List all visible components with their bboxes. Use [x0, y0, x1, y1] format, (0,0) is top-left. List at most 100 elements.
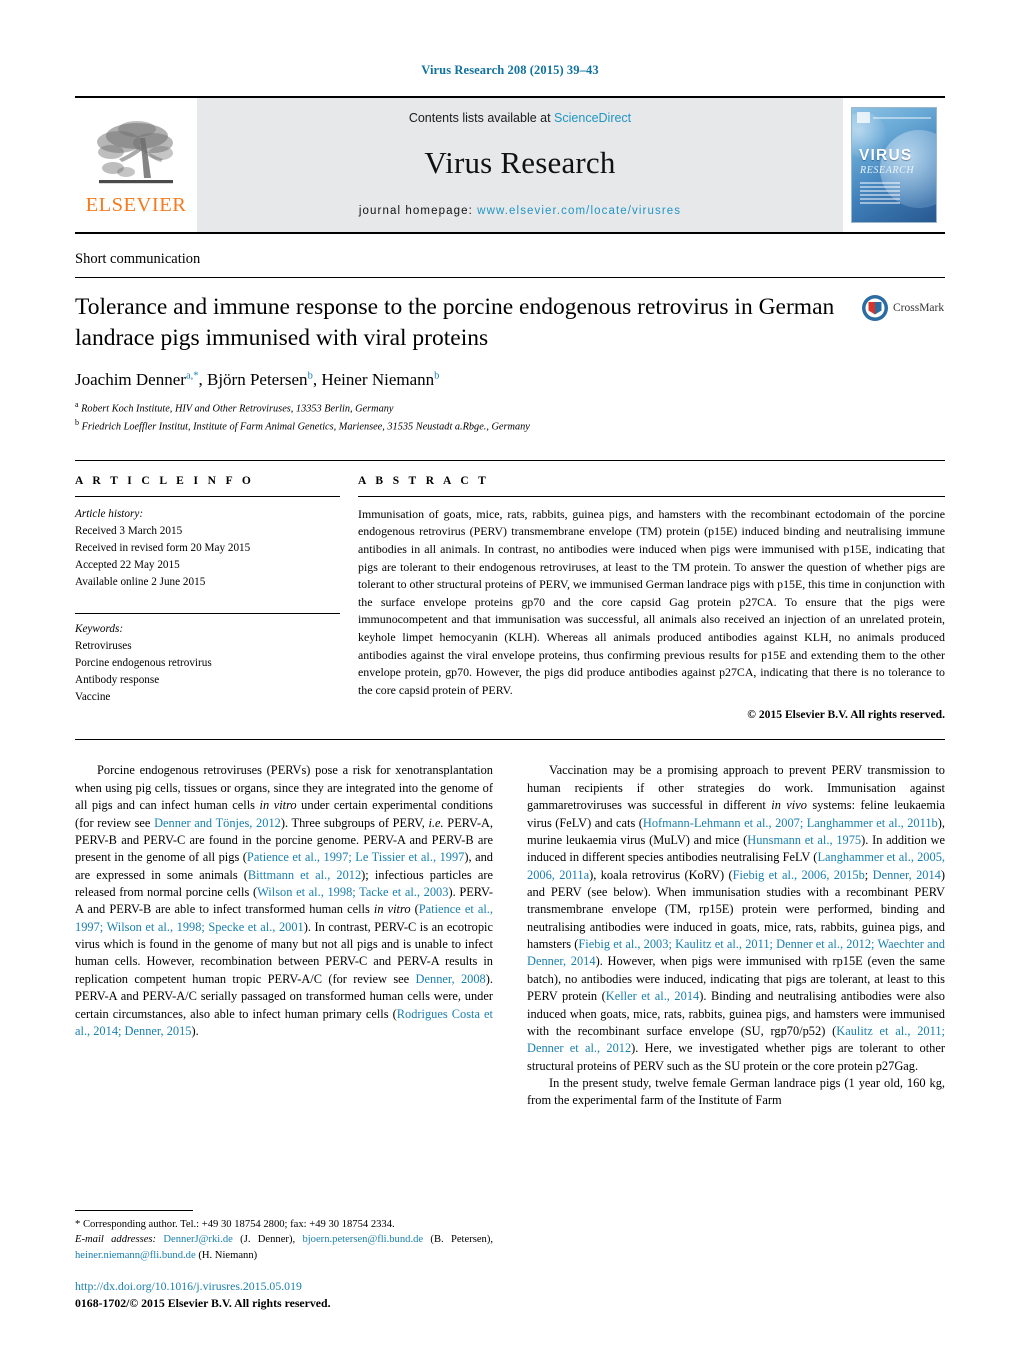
bottom-metadata: http://dx.doi.org/10.1016/j.virusres.201…	[75, 1278, 575, 1313]
title-block: Tolerance and immune response to the por…	[75, 278, 945, 436]
history-item: Received 3 March 2015	[75, 524, 183, 537]
body-paragraph: Porcine endogenous retroviruses (PERVs) …	[75, 763, 494, 1038]
citation-link[interactable]: Keller et al., 2014	[606, 989, 699, 1003]
contents-available-line: Contents lists available at ScienceDirec…	[409, 111, 631, 125]
crossmark-icon	[862, 295, 888, 321]
masthead-center: Contents lists available at ScienceDirec…	[197, 98, 843, 232]
body-column-right: Vaccination may be a promising approach …	[527, 762, 945, 1109]
column-gap	[340, 461, 358, 722]
crossmark-badge[interactable]: CrossMark	[861, 294, 945, 322]
author-name: Björn Petersen	[206, 370, 308, 390]
journal-title: Virus Research	[424, 145, 616, 180]
author-name: Heiner Niemann	[321, 370, 435, 390]
keyword-item: Porcine endogenous retrovirus	[75, 656, 212, 669]
article-type-label: Short communication	[75, 251, 945, 278]
cover-title-text: VIRUS	[859, 147, 913, 164]
author-list: Joachim Dennera,*, Björn Petersenb, Hein…	[75, 370, 440, 390]
citation-link[interactable]: Wilson et al., 1998; Tacke et al., 2003	[257, 885, 448, 899]
homepage-prefix: journal homepage:	[358, 205, 478, 217]
journal-homepage-line: journal homepage: www.elsevier.com/locat…	[359, 205, 681, 217]
contents-prefix: Contents lists available at	[408, 111, 555, 125]
author-affiliation-mark: a,*	[185, 370, 199, 382]
affiliation-text: Friedrich Loeffler Institut, Institute o…	[81, 421, 530, 433]
article-info-heading: A R T I C L E I N F O	[75, 474, 255, 487]
affiliation-list: a Robert Koch Institute, HIV and Other R…	[75, 399, 945, 436]
body-columns: Porcine endogenous retroviruses (PERVs) …	[75, 762, 945, 1109]
article-info-column: A R T I C L E I N F O Article history: R…	[75, 461, 340, 722]
affiliation-item: b Friedrich Loeffler Institut, Institute…	[75, 417, 945, 435]
cover-top-rule	[873, 116, 931, 119]
elsevier-wordmark: ELSEVIER	[85, 194, 187, 217]
homepage-url-link[interactable]: www.elsevier.com/locate/virusres	[477, 205, 681, 217]
author-name: Joachim Denner	[75, 370, 186, 390]
email-owner: (J. Denner)	[240, 1234, 293, 1246]
footnote-block: * Corresponding author. Tel.: +49 30 187…	[75, 1209, 494, 1263]
citation-link[interactable]: Hofmann-Lehmann et al., 2007; Langhammer…	[643, 816, 938, 830]
elsevier-tree-icon	[97, 121, 173, 184]
body-separator-rule	[75, 739, 945, 741]
citation-link[interactable]: Denner, 2008	[416, 972, 486, 986]
crossmark-label: CrossMark	[893, 302, 945, 314]
footnote-rule	[75, 1209, 193, 1211]
corresponding-author-note: * Corresponding author. Tel.: +49 30 187…	[75, 1217, 493, 1232]
abstract-copyright: © 2015 Elsevier B.V. All rights reserved…	[747, 708, 945, 722]
email-owner: (H. Niemann)	[198, 1249, 258, 1261]
page-title: Tolerance and immune response to the por…	[75, 294, 835, 351]
elsevier-logo: ELSEVIER	[75, 98, 197, 232]
citation-link[interactable]: Kaulitz et al., 2011; Denner et al., 201…	[527, 1024, 945, 1055]
keyword-item: Retroviruses	[75, 639, 132, 652]
affiliation-item: a Robert Koch Institute, HIV and Other R…	[75, 399, 945, 417]
history-item: Received in revised form 20 May 2015	[75, 541, 251, 554]
abstract-heading: A B S T R A C T	[358, 474, 490, 487]
citation-link[interactable]: Fiebig et al., 2006, 2015b	[733, 868, 865, 882]
keywords-group: Keywords: Retroviruses Porcine endogenou…	[75, 612, 340, 706]
issn-copyright-line: 0168-1702/© 2015 Elsevier B.V. All right…	[75, 1296, 331, 1311]
email-label: E-mail addresses:	[75, 1234, 157, 1246]
affiliation-mark: b	[75, 418, 79, 428]
article-history-group: Article history: Received 3 March 2015 R…	[75, 506, 340, 591]
keyword-item: Vaccine	[75, 690, 111, 703]
cover-top-bar	[857, 112, 931, 123]
history-item: Available online 2 June 2015	[75, 575, 206, 588]
citation-link[interactable]: Hunsmann et al., 1975	[747, 833, 861, 847]
cover-text-lines	[860, 182, 900, 206]
citation-link[interactable]: Fiebig et al., 2003; Kaulitz et al., 201…	[527, 937, 945, 968]
history-item: Accepted 22 May 2015	[75, 558, 180, 571]
keyword-item: Antibody response	[75, 673, 160, 686]
abstract-rule	[358, 495, 945, 497]
cover-publisher-mark	[857, 112, 870, 123]
cover-image: VIRUS RESEARCH	[851, 107, 937, 223]
author-affiliation-mark: b	[434, 370, 440, 382]
author-affiliation-mark: b	[307, 370, 313, 382]
corresponding-author-text: * Corresponding author. Tel.: +49 30 187…	[75, 1218, 395, 1230]
article-first-page: Virus Research 208 (2015) 39–43 ELSEVIER…	[0, 0, 1020, 1351]
email-link[interactable]: bjoern.petersen@fli.bund.de	[302, 1234, 423, 1245]
abstract-column: A B S T R A C T Immunisation of goats, m…	[358, 461, 945, 722]
email-link[interactable]: heiner.niemann@fli.bund.de	[75, 1250, 196, 1261]
article-info-rule	[75, 495, 340, 497]
affiliation-mark: a	[75, 400, 79, 410]
citation-link[interactable]: Denner and Tönjes, 2012	[154, 816, 281, 830]
abstract-text: Immunisation of goats, mice, rats, rabbi…	[358, 506, 945, 697]
email-addresses-note: E-mail addresses: DennerJ@rki.de (J. Den…	[75, 1234, 494, 1261]
journal-masthead: ELSEVIER Contents lists available at Sci…	[75, 96, 945, 234]
cover-subtitle-text: RESEARCH	[860, 165, 915, 176]
body-paragraph: Vaccination may be a promising approach …	[527, 763, 945, 1073]
body-column-left: Porcine endogenous retroviruses (PERVs) …	[75, 762, 493, 1109]
keywords-rule	[75, 612, 340, 614]
body-paragraph: In the present study, twelve female Germ…	[527, 1075, 945, 1108]
citation-link[interactable]: Patience et al., 1997; Wilson et al., 19…	[75, 902, 493, 933]
article-history-label: Article history:	[75, 507, 144, 520]
citation-link[interactable]: Rodrigues Costa et al., 2014; Denner, 20…	[75, 1007, 493, 1038]
sciencedirect-link[interactable]: ScienceDirect	[554, 111, 631, 125]
citation-link[interactable]: Patience et al., 1997; Le Tissier et al.…	[247, 850, 464, 864]
email-link[interactable]: DennerJ@rki.de	[163, 1234, 232, 1245]
affiliation-text: Robert Koch Institute, HIV and Other Ret…	[81, 403, 394, 415]
citation-link[interactable]: Bittmann et al., 2012	[248, 868, 361, 882]
citation-link[interactable]: Denner, 2014	[873, 868, 941, 882]
running-head: Virus Research 208 (2015) 39–43	[421, 63, 599, 77]
info-abstract-section: A R T I C L E I N F O Article history: R…	[75, 459, 945, 722]
doi-link[interactable]: http://dx.doi.org/10.1016/j.virusres.201…	[75, 1278, 575, 1296]
keywords-label: Keywords:	[75, 622, 124, 635]
email-owner: (B. Petersen)	[430, 1234, 491, 1246]
